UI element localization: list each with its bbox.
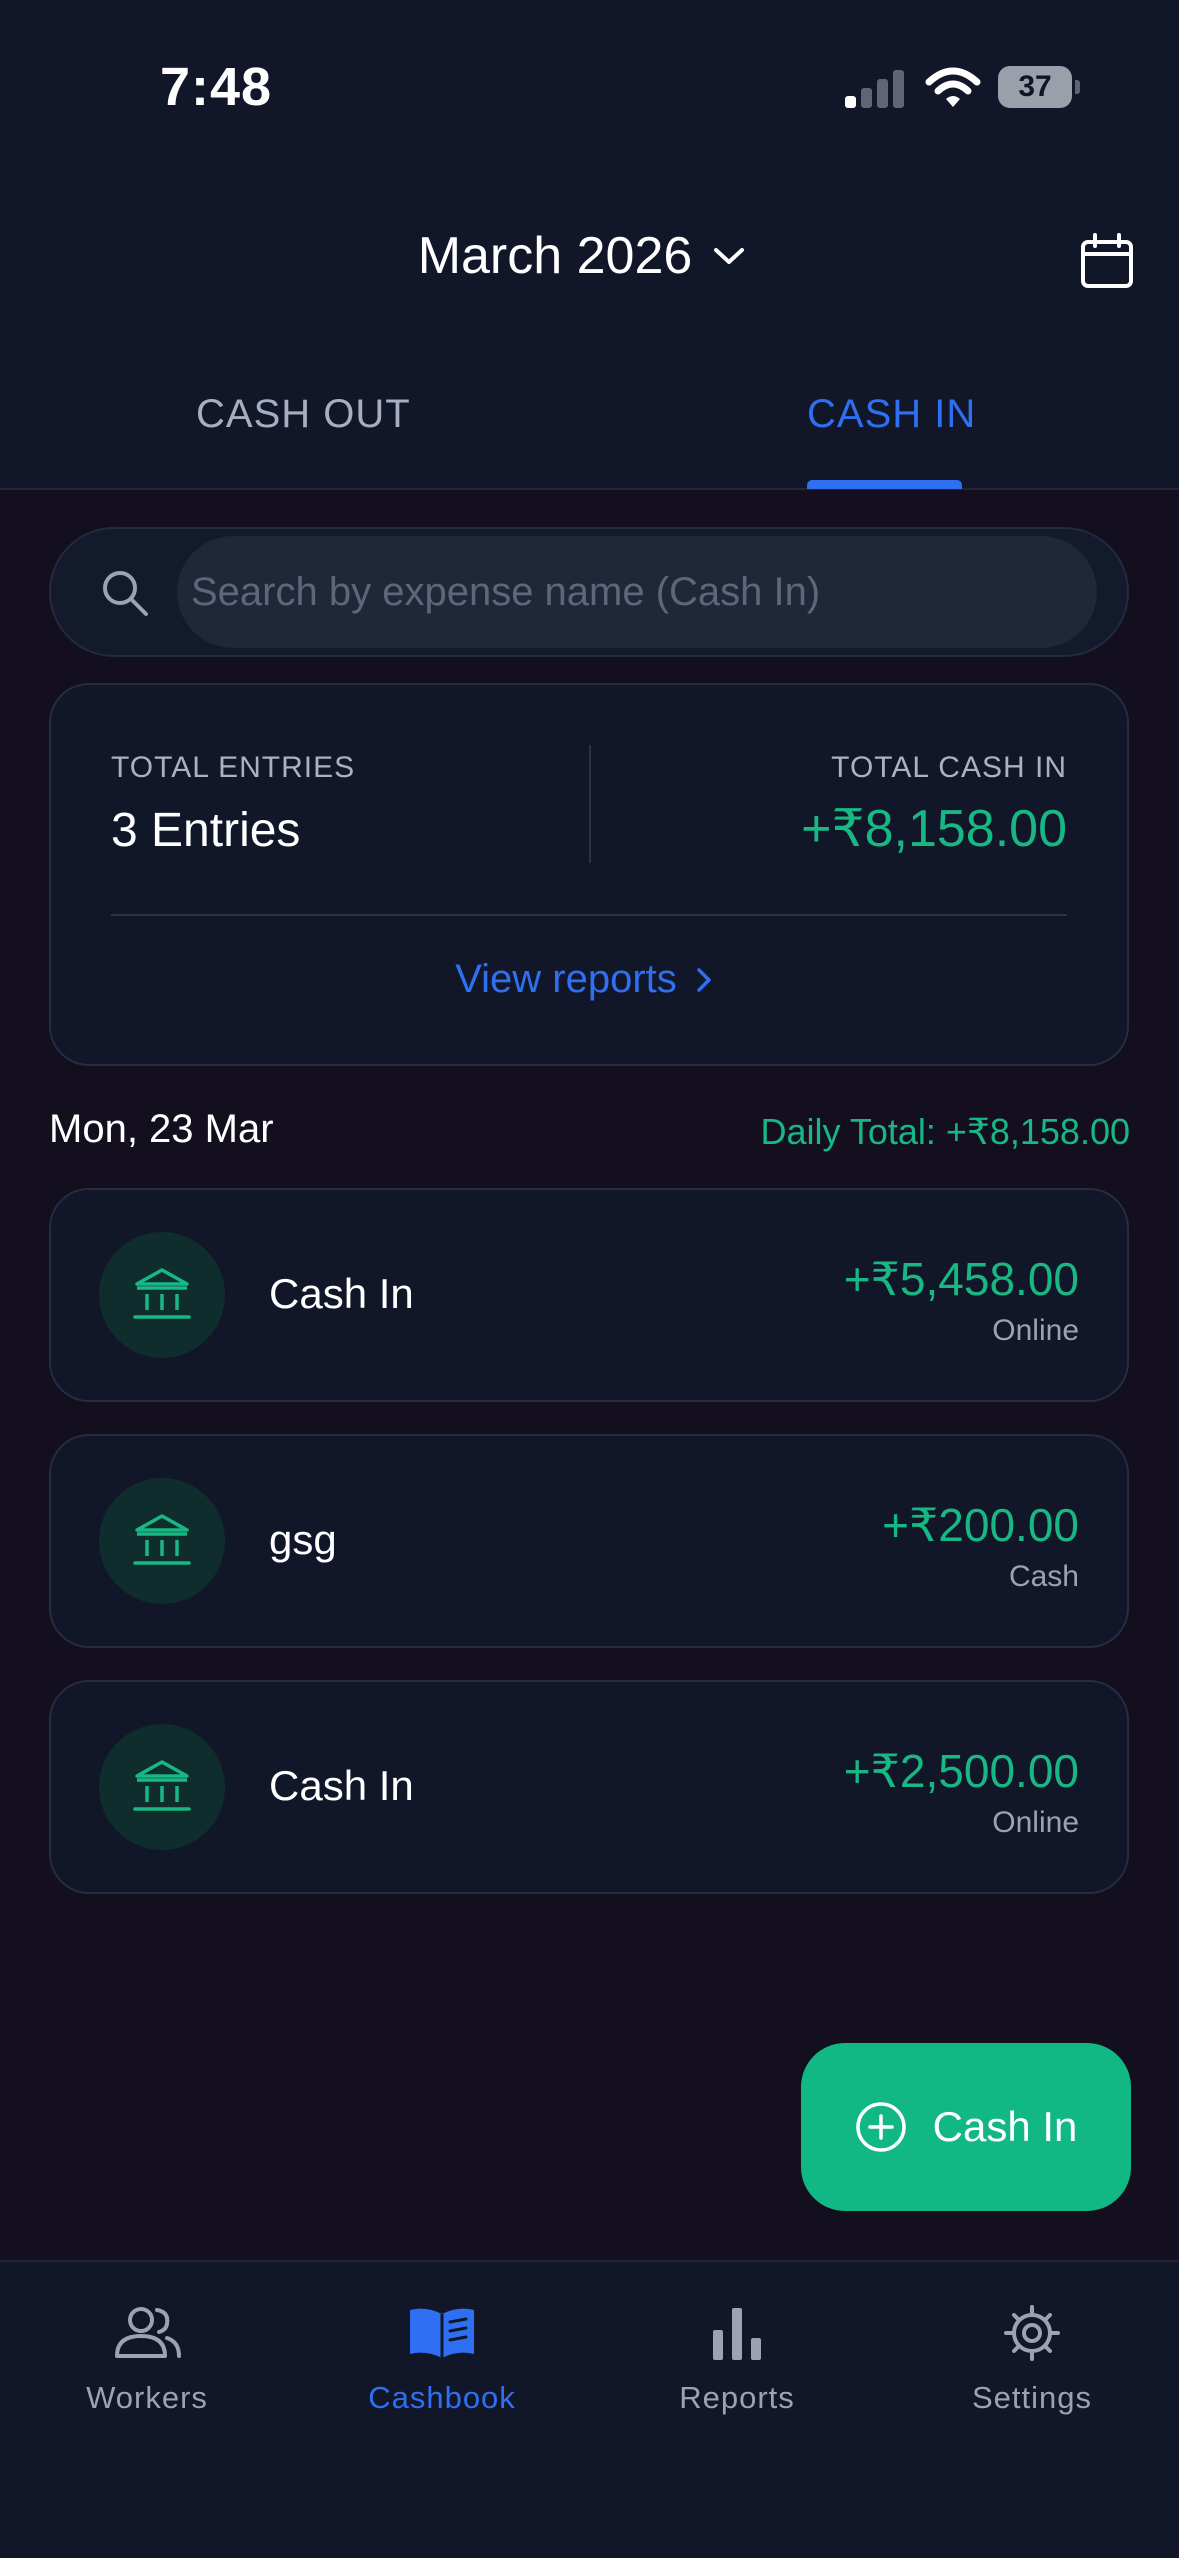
nav-workers-label: Workers xyxy=(86,2380,208,2415)
cashbook-icon xyxy=(410,2308,474,2358)
add-cash-in-button[interactable]: Cash In xyxy=(801,2043,1131,2211)
entry-card[interactable]: gsg +₹200.00 Cash xyxy=(49,1434,1129,1648)
view-reports-link[interactable]: View reports xyxy=(455,957,713,1002)
summary-separator xyxy=(111,914,1067,916)
add-cash-in-label: Cash In xyxy=(932,2103,1078,2150)
wifi-icon xyxy=(925,67,981,107)
entry-name: Cash In xyxy=(269,1762,414,1809)
search-icon xyxy=(103,571,148,616)
bank-icon xyxy=(99,1478,225,1604)
entry-method: Online xyxy=(992,1314,1079,1347)
search-input[interactable] xyxy=(177,536,1097,648)
nav-cashbook[interactable]: Cashbook xyxy=(322,2304,562,2416)
nav-cashbook-label: Cashbook xyxy=(368,2380,516,2415)
entry-amount: +₹200.00 xyxy=(882,1499,1079,1551)
calendar-icon[interactable] xyxy=(1080,233,1134,289)
month-label: March 2026 xyxy=(417,227,693,285)
day-date: Mon, 23 Mar xyxy=(49,1107,274,1151)
tab-cash-in[interactable]: CASH IN xyxy=(807,392,976,437)
battery-level: 37 xyxy=(998,66,1072,108)
battery-icon: 37 xyxy=(998,66,1080,108)
entry-method: Online xyxy=(992,1806,1079,1839)
workers-icon xyxy=(115,2307,181,2358)
entry-name: Cash In xyxy=(269,1270,414,1317)
entry-name: gsg xyxy=(269,1516,337,1563)
total-entries-label: TOTAL ENTRIES xyxy=(111,751,356,784)
reports-icon xyxy=(713,2308,761,2360)
cellular-signal-icon xyxy=(845,70,904,108)
chevron-down-icon xyxy=(714,248,745,264)
nav-workers[interactable]: Workers xyxy=(27,2304,267,2416)
total-cash-in-label: TOTAL CASH IN xyxy=(831,751,1067,784)
nav-reports-label: Reports xyxy=(679,2380,795,2415)
summary-card: TOTAL ENTRIES 3 Entries TOTAL CASH IN +₹… xyxy=(49,683,1129,1066)
entry-amount: +₹2,500.00 xyxy=(843,1745,1079,1797)
bottom-nav: Workers Cashbook Reports Settings xyxy=(0,2260,1179,2558)
month-selector[interactable]: March 2026 xyxy=(418,226,747,286)
summary-divider xyxy=(589,745,591,863)
view-reports-label: View reports xyxy=(455,957,677,1001)
nav-settings[interactable]: Settings xyxy=(912,2304,1152,2416)
bank-icon xyxy=(99,1232,225,1358)
settings-icon xyxy=(1004,2305,1060,2361)
entry-card[interactable]: Cash In +₹2,500.00 Online xyxy=(49,1680,1129,1894)
nav-reports[interactable]: Reports xyxy=(617,2304,857,2416)
tab-cash-out[interactable]: CASH OUT xyxy=(196,392,411,437)
entry-method: Cash xyxy=(1008,1560,1079,1593)
search-bar xyxy=(49,527,1129,657)
status-time: 7:48 xyxy=(160,57,273,117)
bank-icon xyxy=(99,1724,225,1850)
header-area: 7:48 37 March 2026 CASH OUT CASH IN xyxy=(0,0,1179,490)
active-tab-indicator xyxy=(807,480,962,489)
plus-circle-icon xyxy=(855,2102,906,2152)
daily-total: Daily Total: +₹8,158.00 xyxy=(760,1111,1130,1152)
total-entries-value: 3 Entries xyxy=(111,804,301,857)
entry-amount: +₹5,458.00 xyxy=(843,1253,1079,1305)
total-cash-in-value: +₹8,158.00 xyxy=(801,800,1067,858)
entry-card[interactable]: Cash In +₹5,458.00 Online xyxy=(49,1188,1129,1402)
nav-settings-label: Settings xyxy=(971,2380,1092,2415)
chevron-right-icon xyxy=(697,967,711,992)
